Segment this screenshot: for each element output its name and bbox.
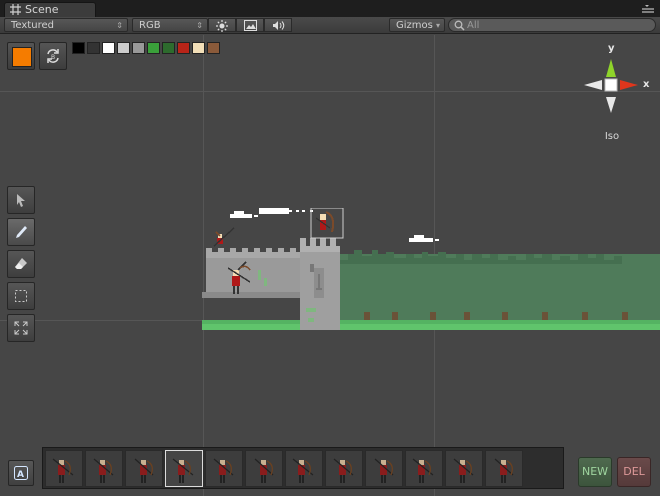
pixel-art-canvas[interactable] — [202, 208, 660, 330]
svg-text:B: B — [51, 54, 55, 61]
eraser-icon — [15, 258, 27, 269]
animation-panel: A NEW DEL — [0, 447, 660, 496]
speaker-icon — [272, 21, 284, 30]
swatch-green[interactable] — [147, 42, 160, 54]
updown-arrow-icon: ⇕ — [196, 21, 203, 30]
animation-frame[interactable] — [125, 450, 163, 487]
archer-thumbnail-icon — [213, 458, 234, 483]
gizmos-label: Gizmos — [396, 20, 433, 31]
cloud — [259, 208, 313, 214]
sun-icon — [216, 20, 228, 32]
scene-toolbar: Textured ⇕ RGB ⇕ Gizmos ▾ — [0, 17, 660, 34]
swatch-dark-gray[interactable] — [87, 42, 100, 54]
animation-frame[interactable] — [205, 450, 243, 487]
animation-frame[interactable] — [165, 450, 203, 487]
castle-wall — [202, 248, 306, 298]
archer-thumbnail-icon — [52, 458, 74, 483]
tab-label: Scene — [25, 3, 59, 16]
active-color-swatch — [12, 47, 32, 67]
auto-animate-button[interactable]: A — [8, 460, 34, 486]
archer-thumbnail-icon — [412, 458, 434, 483]
color-mode-label: RGB — [139, 20, 161, 31]
cloud — [409, 235, 439, 242]
audio-toggle[interactable] — [264, 18, 292, 32]
search-input[interactable] — [467, 19, 647, 31]
animation-frame[interactable] — [285, 450, 323, 487]
dropdown-arrow-icon: ▾ — [435, 21, 440, 30]
animation-frame[interactable] — [365, 450, 403, 487]
expand-icon — [14, 321, 28, 335]
archer-sprite-selected — [310, 208, 344, 239]
gizmos-dropdown[interactable]: Gizmos ▾ — [389, 18, 445, 32]
image-icon — [243, 20, 257, 31]
grid-icon — [10, 4, 21, 15]
swatch-black[interactable] — [72, 42, 85, 54]
frame-strip[interactable] — [42, 447, 564, 489]
animation-frame[interactable] — [325, 450, 363, 487]
projection-label[interactable]: Iso — [595, 131, 629, 142]
select-tool-button[interactable] — [7, 186, 35, 214]
updown-arrow-icon: ⇕ — [116, 21, 123, 30]
eraser-tool-button[interactable] — [7, 250, 35, 278]
render-mode-dropdown[interactable]: Textured ⇕ — [4, 18, 128, 32]
lighting-toggle[interactable] — [208, 18, 236, 32]
swap-color-button[interactable]: B — [39, 42, 67, 70]
swatch-brown[interactable] — [207, 42, 220, 54]
tool-palette — [7, 186, 35, 346]
animation-frame[interactable] — [445, 450, 483, 487]
marquee-tool-button[interactable] — [7, 282, 35, 310]
animation-frame[interactable] — [405, 450, 443, 487]
render-mode-label: Textured — [11, 20, 54, 31]
tab-scene[interactable]: Scene — [4, 2, 96, 17]
marquee-icon — [15, 290, 27, 302]
animation-frame[interactable] — [485, 450, 523, 487]
cloud — [230, 211, 258, 218]
search-icon — [454, 20, 465, 31]
animation-icon: A — [14, 466, 28, 480]
swatch-dark-green[interactable] — [162, 42, 175, 54]
archer-thumbnail-icon — [453, 458, 474, 483]
grid-line — [0, 91, 660, 92]
scene-viewport[interactable]: B y x Iso — [0, 35, 660, 496]
new-frame-button[interactable]: NEW — [578, 457, 612, 487]
pencil-tool-button[interactable] — [7, 218, 35, 246]
swatch-red[interactable] — [177, 42, 190, 54]
swatch-light-gray[interactable] — [117, 42, 130, 54]
palette-swatches — [72, 42, 222, 54]
image-toggle[interactable] — [236, 18, 264, 32]
color-mode-dropdown[interactable]: RGB ⇕ — [132, 18, 208, 32]
window-tabbar: Scene — [0, 0, 660, 17]
arrow-cursor-icon — [17, 194, 25, 207]
gizmo-x-label: x — [643, 79, 650, 90]
tab-menu-icon[interactable] — [642, 4, 654, 14]
animation-frame[interactable] — [85, 450, 123, 487]
archer-thumbnail-icon — [93, 458, 114, 483]
archer-thumbnail-icon — [254, 458, 274, 483]
archer-thumbnail-icon — [374, 458, 394, 483]
expand-tool-button[interactable] — [7, 314, 35, 342]
archer-sprite — [213, 227, 235, 247]
animation-frame[interactable] — [45, 450, 83, 487]
castle-tower — [300, 238, 340, 330]
animation-frame[interactable] — [245, 450, 283, 487]
archer-thumbnail-icon — [292, 458, 314, 483]
archer-thumbnail-icon — [494, 458, 514, 483]
grass-shadow — [202, 320, 660, 324]
archer-thumbnail-icon — [333, 458, 354, 483]
archer-thumbnail-icon — [134, 458, 154, 483]
swatch-gray[interactable] — [132, 42, 145, 54]
svg-text:A: A — [17, 470, 24, 480]
swap-icon: B — [47, 49, 59, 63]
orientation-gizmo[interactable] — [580, 45, 640, 135]
swatch-beige[interactable] — [192, 42, 205, 54]
archer-thumbnail-icon — [172, 458, 194, 483]
active-color-button[interactable] — [7, 42, 35, 70]
gizmo-y-label: y — [608, 43, 615, 54]
search-field[interactable] — [448, 18, 656, 32]
swatch-white[interactable] — [102, 42, 115, 54]
pencil-icon — [16, 226, 27, 238]
delete-frame-button[interactable]: DEL — [617, 457, 651, 487]
